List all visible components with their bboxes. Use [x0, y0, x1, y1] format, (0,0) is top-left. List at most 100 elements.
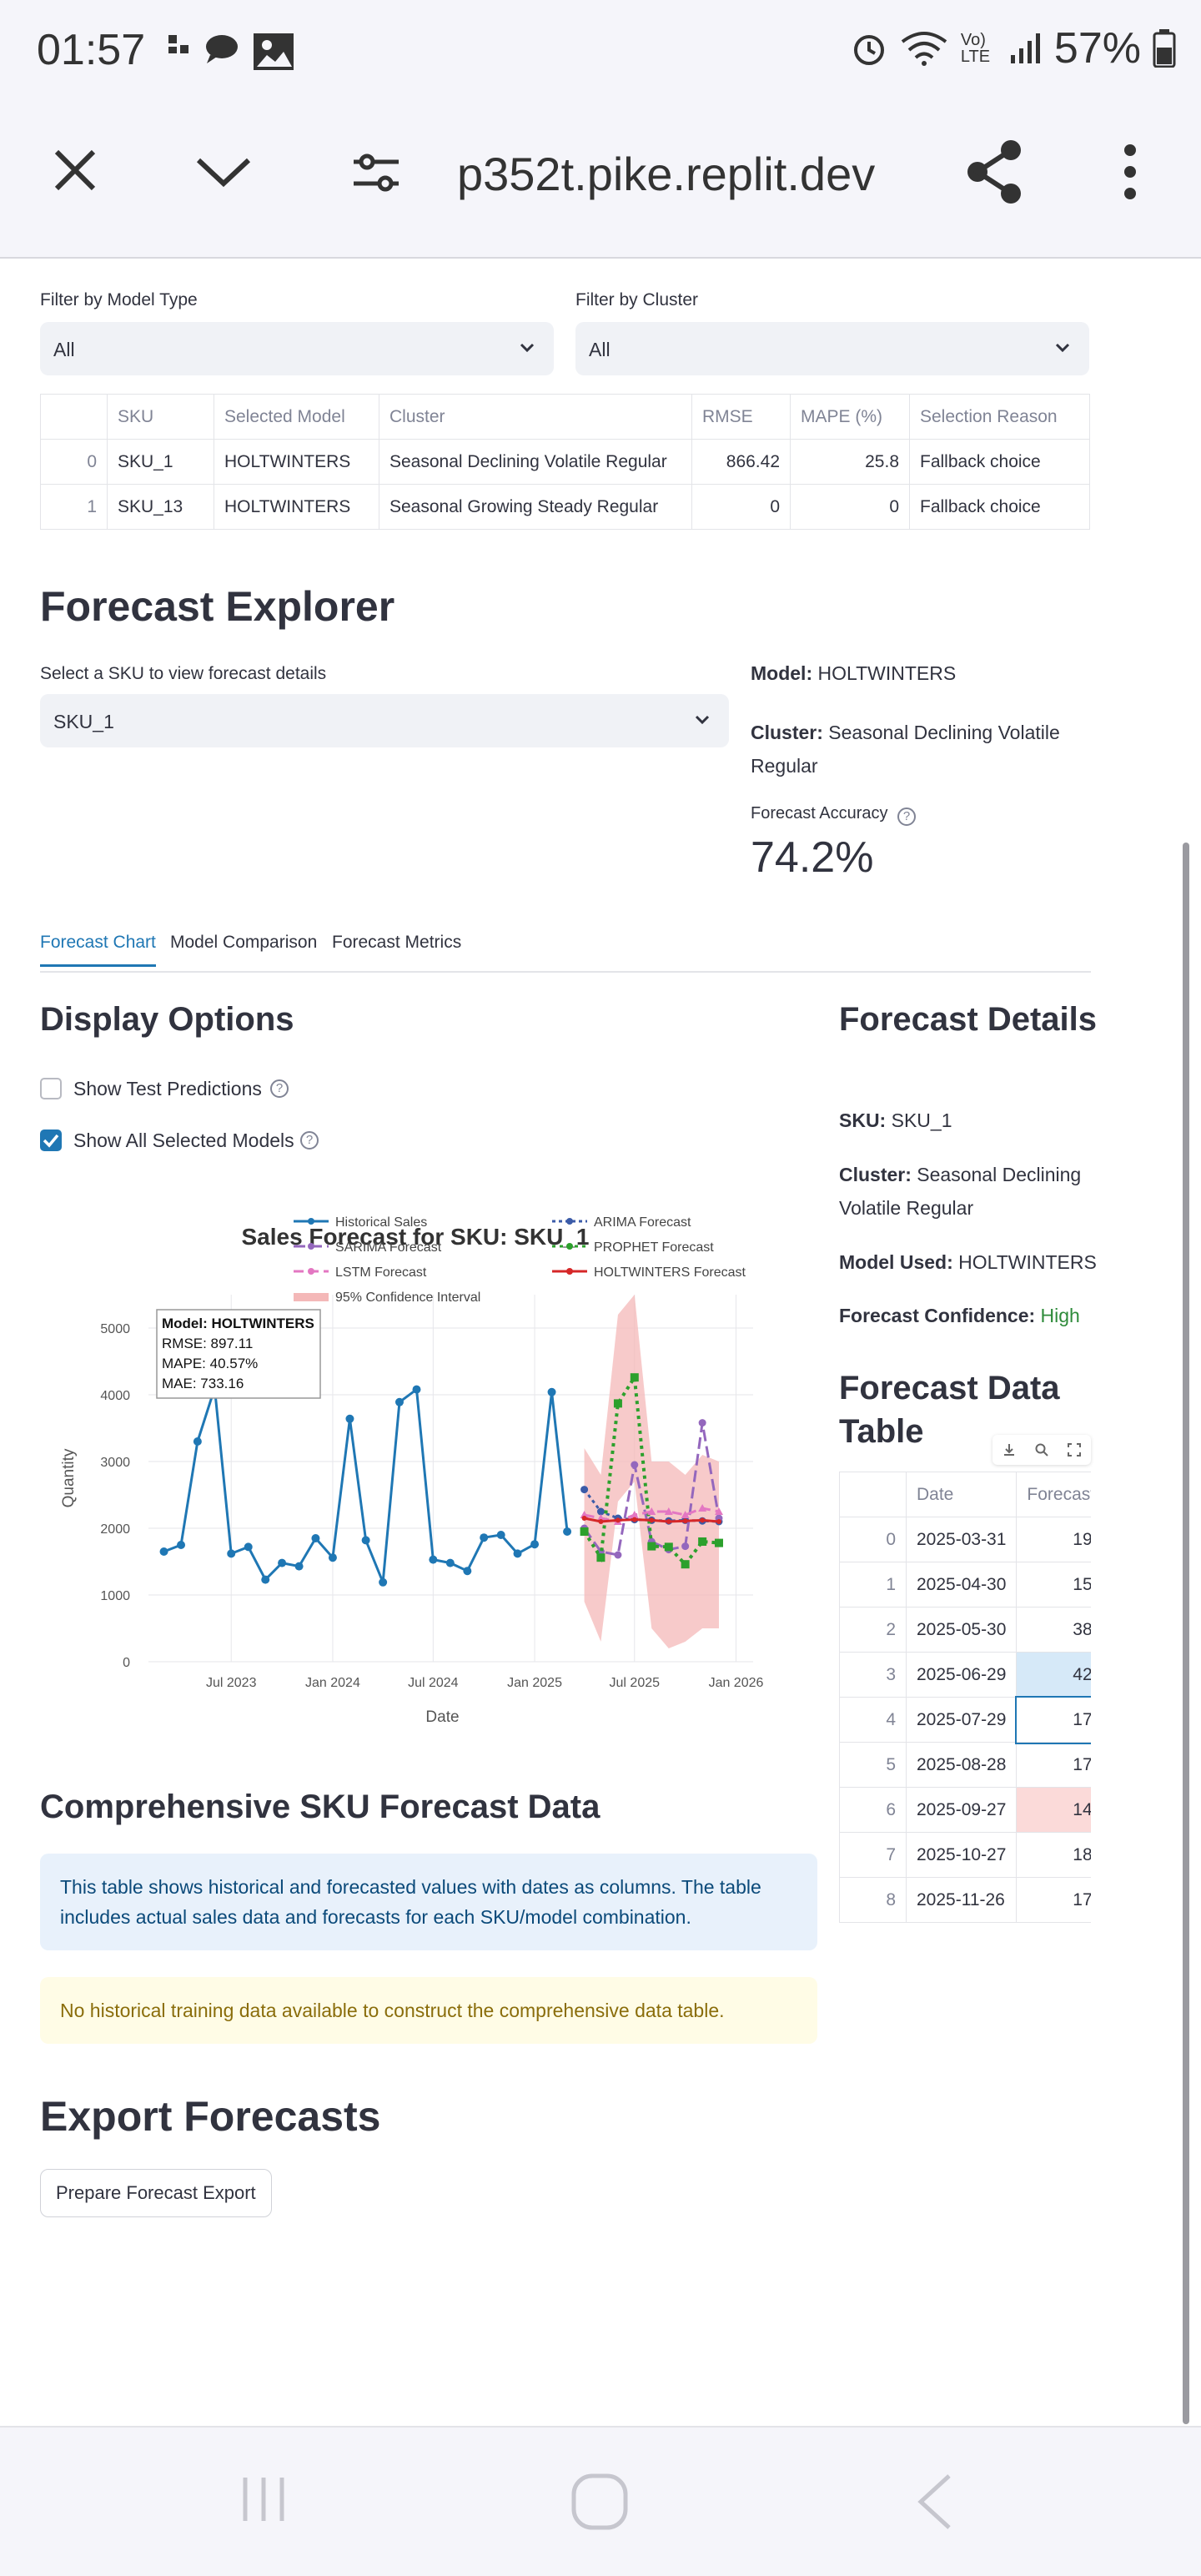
accuracy-label-text: Forecast Accuracy	[751, 804, 888, 823]
chevron-down-icon[interactable]	[193, 153, 254, 190]
back-icon[interactable]	[914, 2473, 956, 2531]
row-index: 2	[839, 1607, 907, 1653]
prepare-export-button[interactable]: Prepare Forecast Export	[40, 2169, 272, 2217]
cell-model[interactable]: HOLTWINTERS	[214, 484, 379, 530]
cell-forecast[interactable]: 4258	[1016, 1652, 1091, 1698]
column-header[interactable]: Selection Reason	[909, 394, 1090, 440]
column-header[interactable]	[839, 1472, 907, 1517]
row-index: 4	[839, 1697, 907, 1743]
data-point	[530, 1540, 540, 1549]
column-header[interactable]: RMSE	[691, 394, 791, 440]
data-point	[615, 1517, 621, 1523]
table-row: 82025-11-261782	[839, 1877, 1091, 1923]
export-title: Export Forecasts	[40, 2093, 381, 2140]
cell-forecast[interactable]: 1953	[1016, 1517, 1091, 1562]
data-point	[716, 1519, 721, 1524]
data-point	[311, 1534, 320, 1542]
cell-forecast[interactable]: 1716	[1016, 1742, 1091, 1788]
cell-date[interactable]: 2025-04-30	[905, 1562, 1018, 1607]
show-test-checkbox[interactable]	[40, 1078, 62, 1099]
close-icon[interactable]	[48, 143, 102, 197]
column-header[interactable]: Date	[905, 1472, 1018, 1517]
cell-mape[interactable]: 0	[790, 484, 910, 530]
cell-forecast[interactable]: 3873	[1016, 1607, 1091, 1653]
cell-date[interactable]: 2025-07-29	[905, 1697, 1018, 1743]
table-row: 02025-03-311953	[839, 1517, 1091, 1562]
forecast-chart-svg[interactable]: 0 1000 2000 3000 4000 5000 Jul 2023 Jan 2024 Jul…	[40, 1195, 791, 1745]
fullscreen-icon[interactable]	[1067, 1442, 1082, 1457]
sku-select-value: SKU_1	[53, 711, 114, 732]
data-point	[581, 1516, 587, 1521]
cell-date[interactable]: 2025-03-31	[905, 1517, 1018, 1562]
scrollbar[interactable]	[1183, 843, 1189, 2424]
column-header[interactable]: MAPE (%)	[790, 394, 910, 440]
sku-select[interactable]: SKU_1	[40, 694, 729, 747]
cell-reason[interactable]: Fallback choice	[909, 484, 1090, 530]
check-icon	[43, 1134, 59, 1148]
column-header[interactable]: Forecast	[1016, 1472, 1091, 1517]
data-point	[649, 1517, 655, 1523]
tune-icon[interactable]	[350, 152, 402, 195]
cell-forecast[interactable]: 1460	[1016, 1787, 1091, 1833]
column-header[interactable]: SKU	[107, 394, 214, 440]
filter-cluster-select[interactable]: All	[575, 322, 1089, 375]
cell-date[interactable]: 2025-11-26	[905, 1877, 1018, 1923]
cell-cluster[interactable]: Seasonal Growing Steady Regular	[379, 484, 692, 530]
data-point	[580, 1486, 589, 1494]
download-icon[interactable]	[1002, 1442, 1017, 1457]
more-icon[interactable]	[1118, 142, 1143, 202]
help-icon[interactable]: ?	[270, 1079, 289, 1098]
legend-marker	[566, 1218, 573, 1225]
cell-forecast[interactable]: 1782	[1016, 1877, 1091, 1923]
table-row: 52025-08-281716	[839, 1742, 1091, 1788]
legend-label: PROPHET Forecast	[594, 1240, 714, 1255]
info-alert: This table shows historical and forecast…	[40, 1854, 817, 1950]
cell-forecast[interactable]: 1801	[1016, 1832, 1091, 1878]
column-header[interactable]: Cluster	[379, 394, 692, 440]
search-icon[interactable]	[1034, 1442, 1049, 1457]
legend-label: HOLTWINTERS Forecast	[594, 1265, 746, 1280]
network-label: Vo) LTE	[960, 31, 991, 66]
tab-model-comparison[interactable]: Model Comparison	[170, 933, 317, 964]
tab-forecast-chart[interactable]: Forecast Chart	[40, 933, 156, 967]
cell-forecast[interactable]: 1563	[1016, 1562, 1091, 1607]
cell-date[interactable]: 2025-08-28	[905, 1742, 1018, 1788]
y-axis-title: Quantity	[60, 1448, 78, 1507]
cell-mape[interactable]: 25.8	[790, 439, 910, 485]
cell-rmse[interactable]: 866.42	[691, 439, 791, 485]
url-bar[interactable]: p352t.pike.replit.dev	[457, 147, 875, 201]
explorer-model-key: Model:	[751, 662, 813, 684]
cell-model[interactable]: HOLTWINTERS	[214, 439, 379, 485]
column-header[interactable]: Selected Model	[214, 394, 379, 440]
cell-cluster[interactable]: Seasonal Declining Volatile Regular	[379, 439, 692, 485]
tab-bar: Forecast Chart Model Comparison Forecast…	[40, 933, 1091, 973]
cell-date[interactable]: 2025-09-27	[905, 1787, 1018, 1833]
column-header[interactable]	[40, 394, 108, 440]
wifi-icon	[901, 32, 947, 66]
data-point	[631, 1461, 639, 1469]
cell-sku[interactable]: SKU_13	[107, 484, 214, 530]
row-index: 1	[40, 484, 108, 530]
cell-forecast[interactable]: 1731	[1014, 1695, 1091, 1744]
row-index: 0	[40, 439, 108, 485]
forecast-table-viewport[interactable]: Date Forecast 02025-03-31195312025-04-30…	[839, 1472, 1091, 2184]
cell-date[interactable]: 2025-10-27	[905, 1832, 1018, 1878]
recent-apps-icon[interactable]	[237, 2473, 290, 2526]
data-point	[480, 1533, 489, 1542]
cell-reason[interactable]: Fallback choice	[909, 439, 1090, 485]
cell-sku[interactable]: SKU_1	[107, 439, 214, 485]
details-confidence-key: Forecast Confidence:	[839, 1305, 1036, 1326]
cell-rmse[interactable]: 0	[691, 484, 791, 530]
share-icon[interactable]	[964, 138, 1024, 205]
forecast-chart[interactable]: 0 1000 2000 3000 4000 5000 Jul 2023 Jan 2024 Jul…	[40, 1195, 791, 1745]
help-icon[interactable]: ?	[300, 1131, 319, 1150]
details-cluster: Cluster: Seasonal Declining Volatile Reg…	[839, 1158, 1089, 1225]
cell-date[interactable]: 2025-05-30	[905, 1607, 1018, 1653]
home-icon[interactable]	[570, 2473, 629, 2531]
help-icon[interactable]: ?	[897, 808, 917, 826]
chevron-down-icon	[520, 343, 535, 353]
cell-date[interactable]: 2025-06-29	[905, 1652, 1018, 1698]
filter-model-type-select[interactable]: All	[40, 322, 554, 375]
tab-forecast-metrics[interactable]: Forecast Metrics	[332, 933, 461, 964]
show-all-models-checkbox[interactable]	[40, 1130, 62, 1151]
